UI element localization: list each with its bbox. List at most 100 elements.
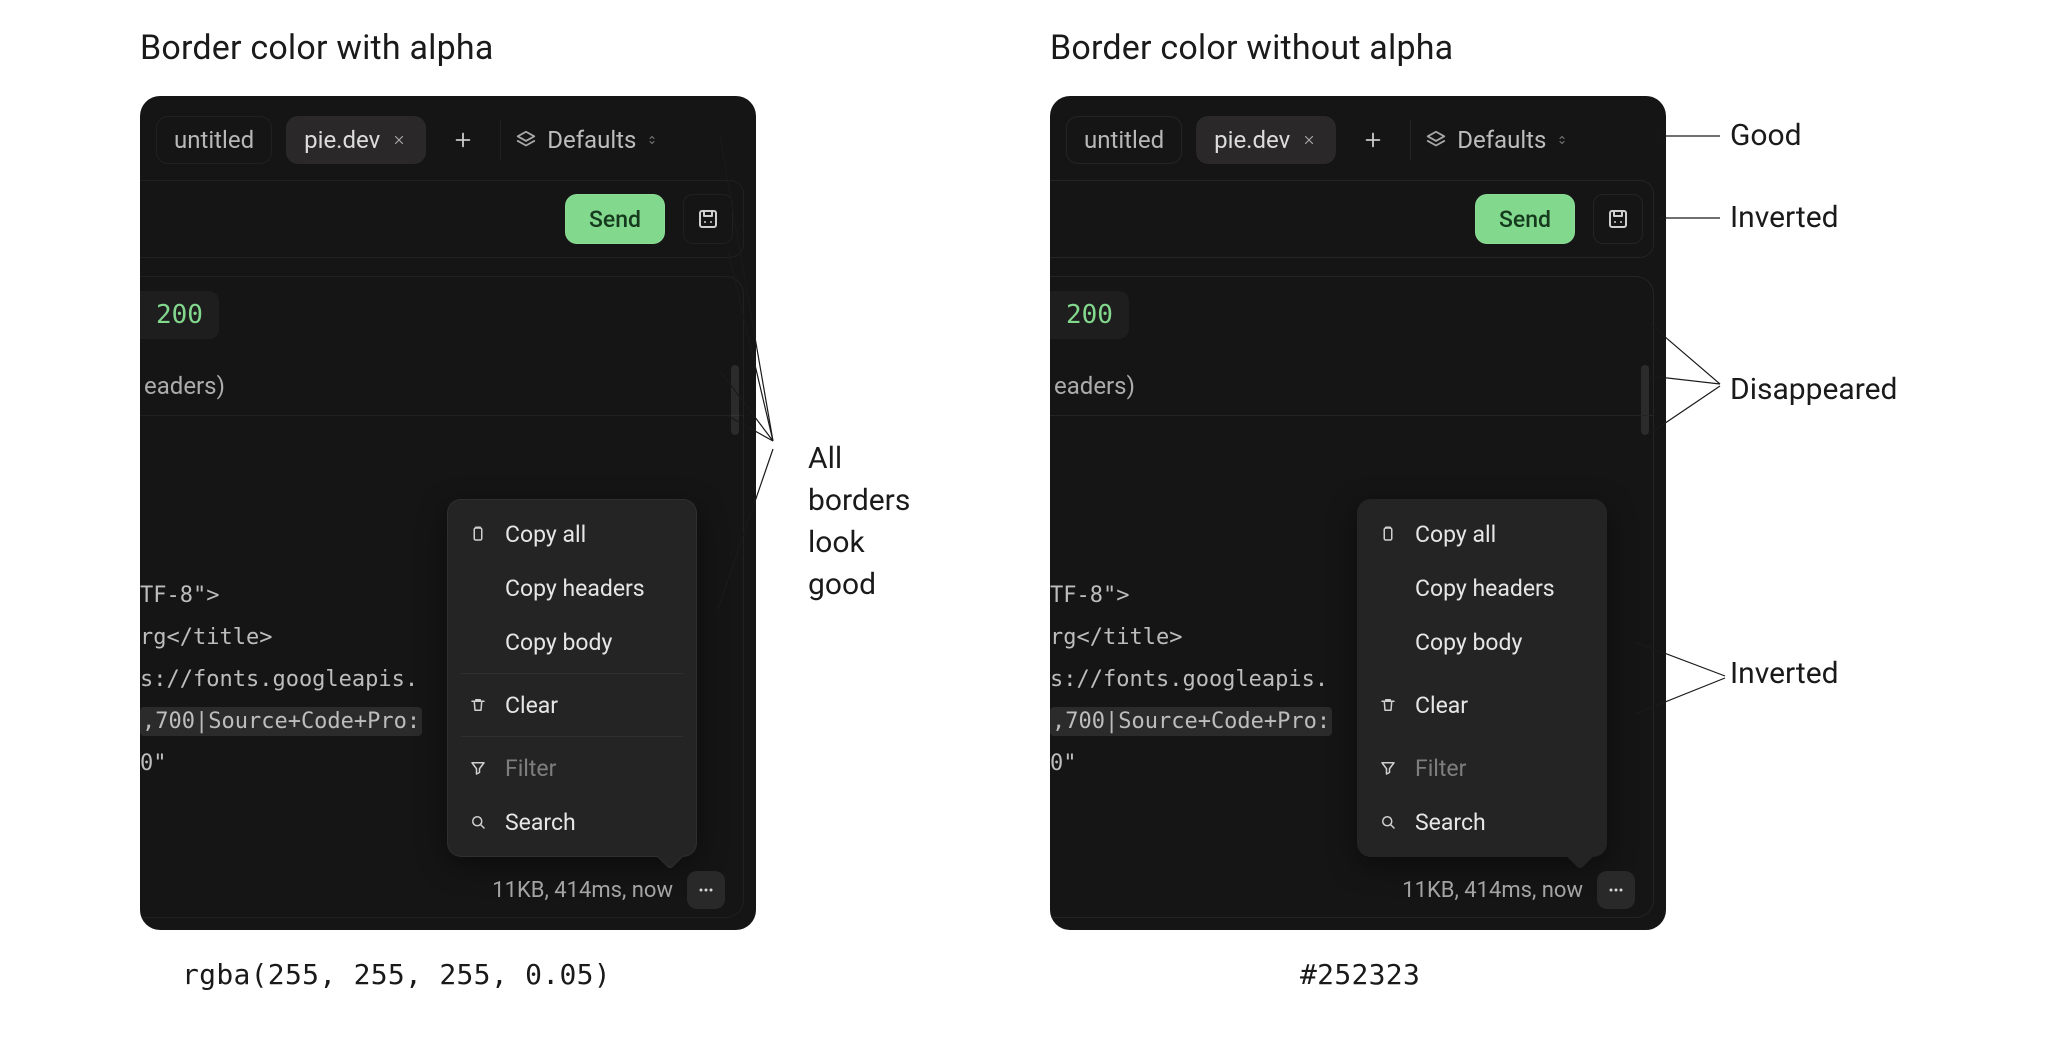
menu-item-filter[interactable]: Filter <box>1357 741 1607 795</box>
environment-picker[interactable]: Defaults <box>1425 126 1568 154</box>
status-text: 11KB, 414ms, now <box>1402 878 1583 903</box>
clipboard-icon <box>1377 525 1399 543</box>
close-tab-icon[interactable] <box>390 131 408 149</box>
environment-picker[interactable]: Defaults <box>515 126 658 154</box>
toolbar-divider <box>1410 120 1411 160</box>
menu-item-filter[interactable]: Filter <box>447 741 697 795</box>
more-icon <box>696 880 716 900</box>
response-card: 200 eaders) TF-8"> rg</title> s://fonts.… <box>1050 276 1654 918</box>
action-row: Send <box>1050 180 1654 258</box>
environment-label: Defaults <box>1457 126 1546 154</box>
annotation-inverted-2: Inverted <box>1730 656 1839 691</box>
more-button[interactable] <box>1597 871 1635 909</box>
menu-label: Copy body <box>505 629 612 656</box>
menu-item-search[interactable]: Search <box>447 795 697 849</box>
annotation-good: Good <box>1730 118 1802 153</box>
toolbar-divider <box>500 120 501 160</box>
leader-inverted <box>1660 200 1890 240</box>
menu-item-search[interactable]: Search <box>1357 795 1607 849</box>
app-panel-left: untitled pie.dev Defaults <box>140 96 756 930</box>
menu-item-copy-headers[interactable]: Copy headers <box>1357 561 1607 615</box>
menu-label: Filter <box>505 755 556 782</box>
annotation-all-borders-good: All borders look good <box>808 438 910 606</box>
tab-bar: untitled pie.dev Defaults <box>1050 108 1666 172</box>
tab-bar: untitled pie.dev Defaults <box>140 108 756 172</box>
status-text: 11KB, 414ms, now <box>492 878 673 903</box>
leader-inverted-2 <box>1635 636 1865 736</box>
trash-icon <box>467 696 489 714</box>
tab-label: pie.dev <box>1214 126 1290 154</box>
menu-label: Copy headers <box>505 575 645 602</box>
menu-label: Search <box>505 809 576 836</box>
context-menu: Copy all Copy headers Copy body <box>1357 499 1607 857</box>
status-bar: 11KB, 414ms, now <box>1050 863 1653 917</box>
figure-title-right: Border color without alpha <box>1050 28 1690 68</box>
new-tab-button[interactable] <box>1350 117 1396 163</box>
menu-item-copy-body[interactable]: Copy body <box>1357 615 1607 669</box>
response-card: 200 eaders) TF-8"> rg</title> s://fonts.… <box>140 276 744 918</box>
menu-label: Clear <box>505 692 558 719</box>
menu-label: Copy headers <box>1415 575 1555 602</box>
menu-label: Clear <box>1415 692 1468 719</box>
headers-section-label: eaders) <box>140 357 743 416</box>
search-icon <box>467 813 489 831</box>
menu-separator <box>461 736 683 737</box>
search-icon <box>1377 813 1399 831</box>
save-icon <box>1606 207 1630 231</box>
menu-item-clear[interactable]: Clear <box>1357 678 1607 732</box>
trash-icon <box>1377 696 1399 714</box>
filter-icon <box>467 759 489 777</box>
figure-title-left: Border color with alpha <box>140 28 780 68</box>
layers-icon <box>515 129 537 151</box>
tab-pie-dev[interactable]: pie.dev <box>286 116 426 164</box>
status-bar: 11KB, 414ms, now <box>140 863 743 917</box>
save-response-button[interactable] <box>1593 194 1643 244</box>
menu-separator <box>1371 736 1593 737</box>
menu-item-clear[interactable]: Clear <box>447 678 697 732</box>
new-tab-button[interactable] <box>440 117 486 163</box>
annotation-inverted-1: Inverted <box>1730 200 1839 235</box>
status-badge: 200 <box>1050 291 1129 339</box>
annotation-leaders-left <box>718 111 1058 631</box>
send-label: Send <box>1499 206 1551 233</box>
menu-separator <box>1371 673 1593 674</box>
filter-icon <box>1377 759 1399 777</box>
tab-label: untitled <box>1084 126 1164 154</box>
sort-icon <box>646 131 658 149</box>
clipboard-icon <box>467 525 489 543</box>
menu-label: Copy all <box>1415 521 1496 548</box>
more-icon <box>1606 880 1626 900</box>
save-response-button[interactable] <box>683 194 733 244</box>
menu-item-copy-headers[interactable]: Copy headers <box>447 561 697 615</box>
leader-good <box>1660 118 1890 158</box>
annotation-disappeared: Disappeared <box>1730 372 1897 407</box>
send-button[interactable]: Send <box>565 194 665 244</box>
send-button[interactable]: Send <box>1475 194 1575 244</box>
tab-pie-dev[interactable]: pie.dev <box>1196 116 1336 164</box>
tab-untitled[interactable]: untitled <box>1066 116 1182 164</box>
save-icon <box>696 207 720 231</box>
send-label: Send <box>589 206 641 233</box>
close-tab-icon[interactable] <box>1300 131 1318 149</box>
environment-label: Defaults <box>547 126 636 154</box>
menu-label: Copy body <box>1415 629 1522 656</box>
status-badge: 200 <box>140 291 219 339</box>
figure-caption-right: #252323 <box>1300 958 1690 991</box>
menu-label: Filter <box>1415 755 1466 782</box>
layers-icon <box>1425 129 1447 151</box>
tab-untitled[interactable]: untitled <box>156 116 272 164</box>
action-row: Send <box>140 180 744 258</box>
context-menu: Copy all Copy headers Copy body <box>447 499 697 857</box>
headers-section-label: eaders) <box>1050 357 1653 416</box>
menu-separator <box>461 673 683 674</box>
sort-icon <box>1556 131 1568 149</box>
tab-label: pie.dev <box>304 126 380 154</box>
menu-item-copy-all[interactable]: Copy all <box>447 507 697 561</box>
figure-caption-left: rgba(255, 255, 255, 0.05) <box>182 958 780 991</box>
menu-label: Copy all <box>505 521 586 548</box>
more-button[interactable] <box>687 871 725 909</box>
menu-item-copy-all[interactable]: Copy all <box>1357 507 1607 561</box>
tab-label: untitled <box>174 126 254 154</box>
menu-item-copy-body[interactable]: Copy body <box>447 615 697 669</box>
menu-label: Search <box>1415 809 1486 836</box>
